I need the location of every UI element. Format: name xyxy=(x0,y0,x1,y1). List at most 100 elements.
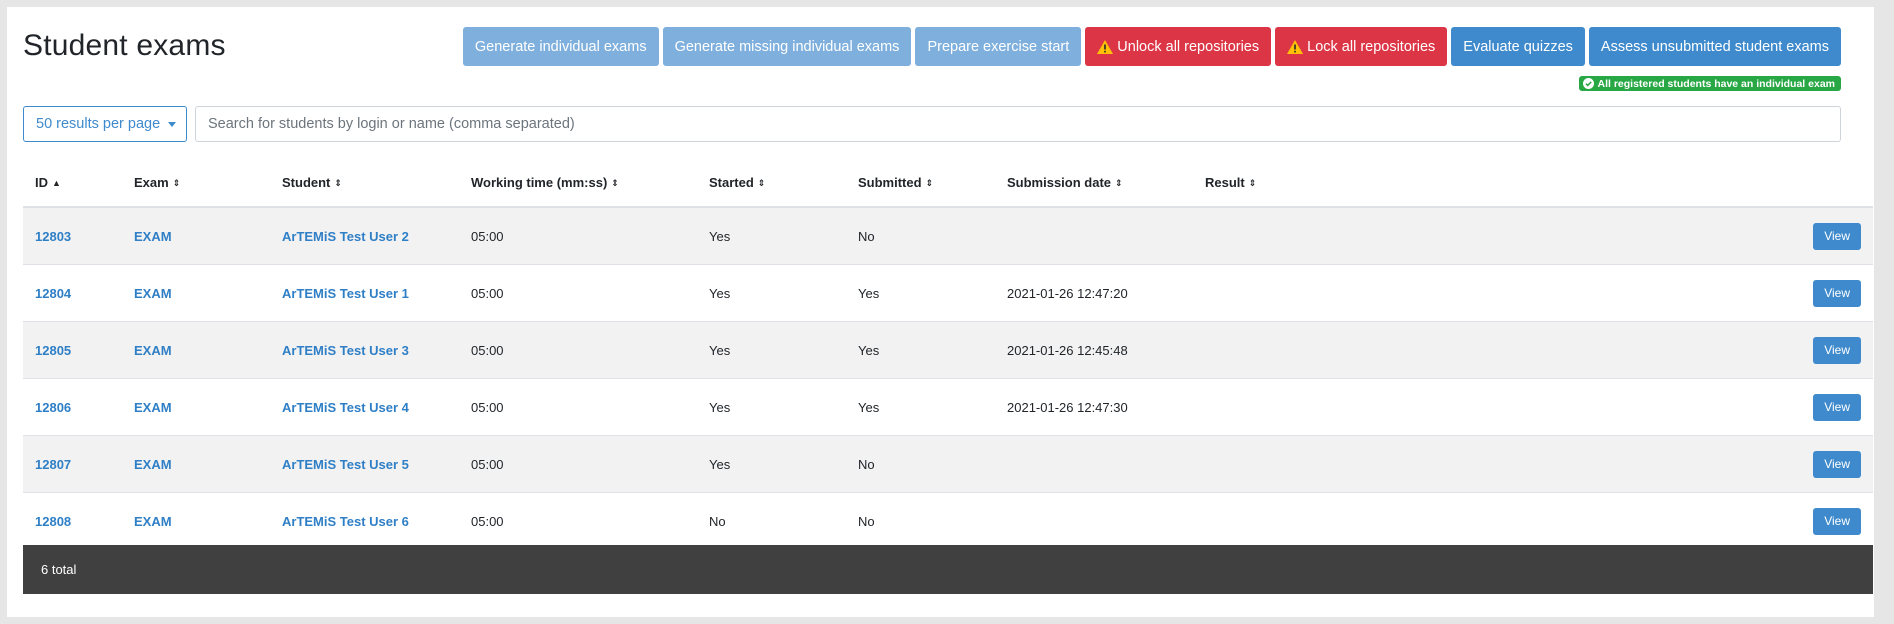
column-header-student[interactable]: Student ⇕ xyxy=(270,159,459,208)
student-exam-id-link[interactable]: 12807 xyxy=(35,457,71,472)
student-exam-id-link[interactable]: 12806 xyxy=(35,400,71,415)
sort-icon: ⇕ xyxy=(172,178,181,188)
evaluate-quizzes-button[interactable]: Evaluate quizzes xyxy=(1451,27,1585,66)
exam-link[interactable]: EXAM xyxy=(134,286,172,301)
prepare-exercise-start-button[interactable]: Prepare exercise start xyxy=(915,27,1082,66)
sort-icon: ⇕ xyxy=(611,178,619,188)
student-exam-id-link[interactable]: 12804 xyxy=(35,286,71,301)
cell-student: ArTEMiS Test User 3 xyxy=(270,321,459,379)
results-per-page-label: 50 results per page xyxy=(36,116,161,132)
cell-student: ArTEMiS Test User 4 xyxy=(270,378,459,436)
cell-result: View xyxy=(1193,492,1873,549)
student-link[interactable]: ArTEMiS Test User 6 xyxy=(282,514,409,529)
cell-started: Yes xyxy=(697,264,846,322)
column-header-result[interactable]: Result ⇕ xyxy=(1193,159,1873,208)
cell-submitted: Yes xyxy=(846,378,995,436)
cell-started: Yes xyxy=(697,378,846,436)
cell-result: View xyxy=(1193,378,1873,436)
exam-link[interactable]: EXAM xyxy=(134,514,172,529)
column-header-label: Student xyxy=(282,175,331,190)
cell-student: ArTEMiS Test User 6 xyxy=(270,492,459,549)
cell-exam: EXAM xyxy=(122,378,270,436)
cell-id: 12805 xyxy=(23,321,122,379)
cell-student: ArTEMiS Test User 1 xyxy=(270,264,459,322)
column-header-working-time[interactable]: Working time (mm:ss) ⇕ xyxy=(459,159,697,208)
exam-link[interactable]: EXAM xyxy=(134,400,172,415)
view-button[interactable]: View xyxy=(1813,450,1861,478)
generate-missing-exams-button[interactable]: Generate missing individual exams xyxy=(662,27,912,66)
lock-all-label: Lock all repositories xyxy=(1307,38,1436,55)
student-link[interactable]: ArTEMiS Test User 2 xyxy=(282,229,409,244)
column-header-label: Submitted xyxy=(858,175,922,190)
table-row: 12805 EXAM ArTEMiS Test User 3 05:00 Yes Yes 2… xyxy=(23,321,1873,379)
column-header-label: ID xyxy=(35,175,48,190)
search-input[interactable] xyxy=(195,106,1841,142)
toolbar: Generate individual exams Generate missi… xyxy=(462,27,1841,66)
column-header-label: Result xyxy=(1205,175,1245,190)
cell-working-time: 05:00 xyxy=(459,264,697,322)
view-button[interactable]: View xyxy=(1813,393,1861,421)
results-per-page-dropdown[interactable]: 50 results per page xyxy=(23,106,187,142)
cell-started: No xyxy=(697,492,846,549)
column-header-id[interactable]: ID ▲ xyxy=(23,159,122,208)
status-badge: All registered students have an individu… xyxy=(1578,76,1841,91)
student-exam-id-link[interactable]: 12808 xyxy=(35,514,71,529)
student-exam-id-link[interactable]: 12803 xyxy=(35,229,71,244)
view-button[interactable]: View xyxy=(1813,507,1861,535)
cell-submission-date xyxy=(995,206,1193,265)
view-button[interactable]: View xyxy=(1813,222,1861,250)
student-link[interactable]: ArTEMiS Test User 4 xyxy=(282,400,409,415)
check-circle-icon xyxy=(1582,78,1594,89)
generate-individual-exams-button[interactable]: Generate individual exams xyxy=(462,27,659,66)
column-header-label: Working time (mm:ss) xyxy=(471,175,608,190)
table-row: 12808 EXAM ArTEMiS Test User 6 05:00 No No Vie… xyxy=(23,492,1873,549)
sort-ascending-icon: ▲ xyxy=(52,178,61,188)
cell-result: View xyxy=(1193,206,1873,265)
cell-submitted: Yes xyxy=(846,264,995,322)
cell-submission-date xyxy=(995,492,1193,549)
cell-result: View xyxy=(1193,435,1873,493)
exam-link[interactable]: EXAM xyxy=(134,457,172,472)
student-link[interactable]: ArTEMiS Test User 1 xyxy=(282,286,409,301)
student-exams-table: ID ▲ Exam ⇕ Student ⇕ Working time (mm:ss) ⇕… xyxy=(23,159,1873,549)
cell-submitted: Yes xyxy=(846,321,995,379)
exam-link[interactable]: EXAM xyxy=(134,343,172,358)
cell-id: 12806 xyxy=(23,378,122,436)
table-row: 12804 EXAM ArTEMiS Test User 1 05:00 Yes Yes 2… xyxy=(23,264,1873,322)
student-link[interactable]: ArTEMiS Test User 5 xyxy=(282,457,409,472)
total-count: 6 total xyxy=(41,562,77,577)
cell-id: 12804 xyxy=(23,264,122,322)
assess-unsubmitted-button[interactable]: Assess unsubmitted student exams xyxy=(1588,27,1841,66)
student-link[interactable]: ArTEMiS Test User 3 xyxy=(282,343,409,358)
cell-working-time: 05:00 xyxy=(459,435,697,493)
column-header-submission-date[interactable]: Submission date ⇕ xyxy=(995,159,1193,208)
lock-all-repositories-button[interactable]: Lock all repositories xyxy=(1275,27,1448,66)
cell-started: Yes xyxy=(697,435,846,493)
page-title: Student exams xyxy=(23,29,226,62)
cell-submission-date: 2021-01-26 12:47:30 xyxy=(995,378,1193,436)
column-header-submitted[interactable]: Submitted ⇕ xyxy=(846,159,995,208)
cell-exam: EXAM xyxy=(122,206,270,265)
cell-working-time: 05:00 xyxy=(459,321,697,379)
cell-submitted: No xyxy=(846,206,995,265)
column-header-label: Submission date xyxy=(1007,175,1112,190)
sort-icon: ⇕ xyxy=(757,178,766,188)
cell-id: 12807 xyxy=(23,435,122,493)
unlock-all-repositories-button[interactable]: Unlock all repositories xyxy=(1085,27,1272,66)
view-button[interactable]: View xyxy=(1813,336,1861,364)
exam-link[interactable]: EXAM xyxy=(134,229,172,244)
column-header-label: Exam xyxy=(134,175,169,190)
table-row: 12806 EXAM ArTEMiS Test User 4 05:00 Yes Yes 2… xyxy=(23,378,1873,436)
cell-started: Yes xyxy=(697,321,846,379)
cell-id: 12808 xyxy=(23,492,122,549)
column-header-started[interactable]: Started ⇕ xyxy=(697,159,846,208)
unlock-all-label: Unlock all repositories xyxy=(1117,38,1260,55)
table-row: 12807 EXAM ArTEMiS Test User 5 05:00 Yes No Vi… xyxy=(23,435,1873,493)
table-header-row: ID ▲ Exam ⇕ Student ⇕ Working time (mm:ss) ⇕… xyxy=(23,159,1873,208)
column-header-exam[interactable]: Exam ⇕ xyxy=(122,159,270,208)
view-button[interactable]: View xyxy=(1813,279,1861,307)
cell-submission-date: 2021-01-26 12:45:48 xyxy=(995,321,1193,379)
student-exam-id-link[interactable]: 12805 xyxy=(35,343,71,358)
warning-icon xyxy=(1097,39,1114,54)
sort-icon: ⇕ xyxy=(334,178,342,188)
